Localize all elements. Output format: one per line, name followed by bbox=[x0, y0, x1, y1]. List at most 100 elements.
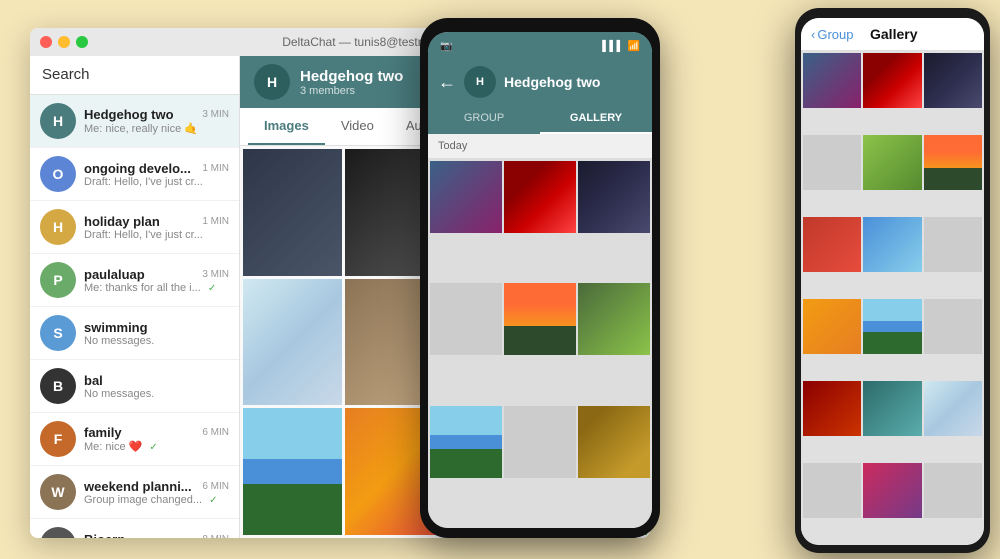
gallery-cell[interactable] bbox=[803, 217, 861, 272]
gallery-cell[interactable] bbox=[863, 463, 921, 518]
minimize-button[interactable] bbox=[58, 36, 70, 48]
chat-item[interactable]: W weekend planni... 6 MIN Group image ch… bbox=[30, 466, 239, 519]
gallery-cell[interactable] bbox=[924, 135, 982, 190]
gallery-cell[interactable] bbox=[863, 53, 921, 108]
chat-info: Hedgehog two 3 MIN Me: nice, really nice… bbox=[84, 107, 229, 135]
phone1-gallery-grid bbox=[428, 159, 652, 528]
back-label: Group bbox=[817, 27, 853, 42]
chat-time: 3 MIN bbox=[202, 109, 229, 120]
gallery-cell[interactable] bbox=[924, 53, 982, 108]
chat-name: swimming bbox=[84, 320, 148, 335]
chat-item[interactable]: B Bjoern 8 MIN what did you do with th..… bbox=[30, 519, 239, 538]
gallery-cell[interactable] bbox=[803, 53, 861, 108]
chat-name: weekend planni... bbox=[84, 479, 192, 494]
chat-info: bal No messages. bbox=[84, 373, 229, 400]
sidebar: Search H Hedgehog two 3 MIN Me: nice, re… bbox=[30, 56, 240, 538]
chat-preview: Draft: Hello, I've just cr... bbox=[84, 229, 229, 241]
phone1-avatar: H bbox=[464, 66, 496, 98]
chat-name: holiday plan bbox=[84, 214, 160, 229]
gallery-cell[interactable] bbox=[430, 406, 502, 478]
chat-name: Bjoern bbox=[84, 532, 125, 539]
gallery-cell[interactable] bbox=[430, 283, 502, 355]
chat-name: family bbox=[84, 425, 122, 440]
chat-name: paulaluap bbox=[84, 267, 145, 282]
avatar: B bbox=[40, 527, 76, 538]
gallery-cell[interactable] bbox=[863, 381, 921, 436]
chat-time: 8 MIN bbox=[202, 534, 229, 539]
chat-time: 6 MIN bbox=[202, 481, 229, 492]
tab-video[interactable]: Video bbox=[325, 108, 390, 145]
chat-preview: Group image changed... ✓ bbox=[84, 494, 229, 506]
tab-gallery[interactable]: GALLERY bbox=[540, 104, 652, 134]
gallery-cell[interactable] bbox=[243, 279, 342, 406]
gallery-cell[interactable] bbox=[863, 217, 921, 272]
chat-preview: No messages. bbox=[84, 335, 229, 347]
tab-images[interactable]: Images bbox=[248, 108, 325, 145]
chat-time: 3 MIN bbox=[202, 269, 229, 280]
gallery-cell[interactable] bbox=[924, 463, 982, 518]
chat-name: Hedgehog two bbox=[84, 107, 174, 122]
gallery-cell[interactable] bbox=[578, 283, 650, 355]
gallery-cell[interactable] bbox=[803, 463, 861, 518]
phone2-header: ‹ Group Gallery bbox=[801, 18, 984, 51]
gallery-cell[interactable] bbox=[504, 406, 576, 478]
chat-item[interactable]: S swimming No messages. bbox=[30, 307, 239, 360]
gallery-cell[interactable] bbox=[803, 299, 861, 354]
close-button[interactable] bbox=[40, 36, 52, 48]
gallery-cell[interactable] bbox=[803, 381, 861, 436]
chat-preview: Me: nice, really nice 🤙 bbox=[84, 122, 229, 135]
gallery-cell[interactable] bbox=[924, 299, 982, 354]
gallery-cell[interactable] bbox=[863, 299, 921, 354]
phone1-status-bar: 📷 ▌▌▌ 📶 bbox=[428, 32, 652, 60]
gallery-cell[interactable] bbox=[430, 161, 502, 233]
gallery-cell[interactable] bbox=[504, 283, 576, 355]
chat-item[interactable]: O ongoing develo... 1 MIN Draft: Hello, … bbox=[30, 148, 239, 201]
avatar: O bbox=[40, 156, 76, 192]
today-label: Today bbox=[438, 140, 467, 152]
maximize-button[interactable] bbox=[76, 36, 88, 48]
chat-time: 6 MIN bbox=[202, 427, 229, 438]
phone1-screen: 📷 ▌▌▌ 📶 ← H Hedgehog two GROUP GALLERY T… bbox=[428, 32, 652, 528]
chat-preview: Me: nice ❤️ ✓ bbox=[84, 440, 229, 453]
gallery-cell[interactable] bbox=[578, 406, 650, 478]
gallery-cell[interactable] bbox=[803, 135, 861, 190]
chat-item[interactable]: H holiday plan 1 MIN Draft: Hello, I've … bbox=[30, 201, 239, 254]
chat-info: family 6 MIN Me: nice ❤️ ✓ bbox=[84, 425, 229, 453]
chat-name: bal bbox=[84, 373, 103, 388]
traffic-lights bbox=[40, 36, 88, 48]
chat-name: ongoing develo... bbox=[84, 161, 191, 176]
chat-info: weekend planni... 6 MIN Group image chan… bbox=[84, 479, 229, 506]
avatar: B bbox=[40, 368, 76, 404]
gallery-cell[interactable] bbox=[924, 217, 982, 272]
back-button[interactable]: ← bbox=[438, 72, 456, 93]
chat-info: holiday plan 1 MIN Draft: Hello, I've ju… bbox=[84, 214, 229, 241]
phone2: ‹ Group Gallery bbox=[795, 8, 990, 553]
signal-icon: ▌▌▌ bbox=[602, 41, 623, 52]
gallery-cell[interactable] bbox=[578, 161, 650, 233]
header-avatar: H bbox=[254, 64, 290, 100]
gallery-cell[interactable] bbox=[243, 408, 342, 535]
gallery-cell[interactable] bbox=[924, 381, 982, 436]
gallery-cell[interactable] bbox=[243, 149, 342, 276]
chat-item[interactable]: B bal No messages. bbox=[30, 360, 239, 413]
chat-item[interactable]: P paulaluap 3 MIN Me: thanks for all the… bbox=[30, 254, 239, 307]
sidebar-search-area: Search bbox=[30, 56, 239, 95]
phone1-chat-header: ← H Hedgehog two bbox=[428, 60, 652, 104]
back-button[interactable]: ‹ Group bbox=[811, 27, 853, 42]
chat-time: 1 MIN bbox=[202, 163, 229, 174]
chat-item[interactable]: F family 6 MIN Me: nice ❤️ ✓ bbox=[30, 413, 239, 466]
gallery-cell[interactable] bbox=[863, 135, 921, 190]
system-icons: ▌▌▌ 📶 bbox=[602, 41, 640, 52]
wifi-icon: 📶 bbox=[628, 41, 640, 52]
tab-group[interactable]: GROUP bbox=[428, 104, 540, 134]
status-icons: 📷 bbox=[440, 41, 452, 52]
phone2-gallery-grid bbox=[801, 51, 984, 545]
chat-preview: Draft: Hello, I've just cr... bbox=[84, 176, 229, 188]
gallery-cell[interactable] bbox=[504, 161, 576, 233]
chat-info: Bjoern 8 MIN what did you do with th... bbox=[84, 532, 229, 539]
chat-preview: No messages. bbox=[84, 388, 229, 400]
chat-item[interactable]: H Hedgehog two 3 MIN Me: nice, really ni… bbox=[30, 95, 239, 148]
camera-icon: 📷 bbox=[440, 41, 452, 52]
avatar: H bbox=[40, 103, 76, 139]
avatar: H bbox=[40, 209, 76, 245]
